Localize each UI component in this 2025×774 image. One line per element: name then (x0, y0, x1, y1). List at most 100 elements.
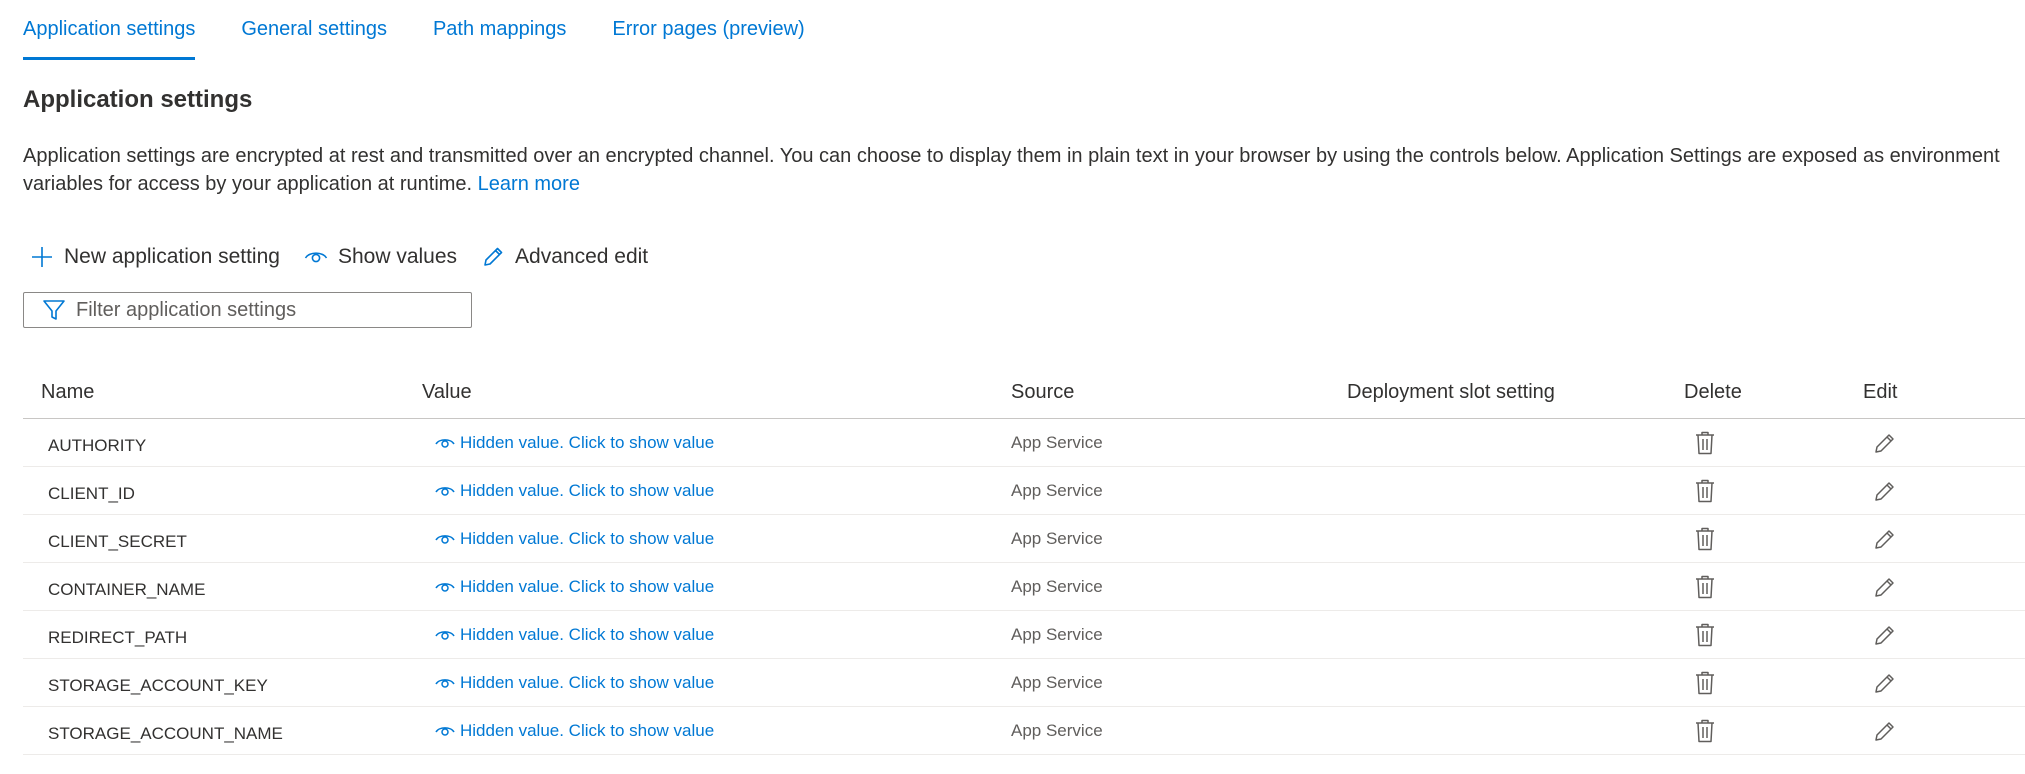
advanced-edit-label: Advanced edit (515, 245, 649, 268)
show-values-button[interactable]: Show values (304, 240, 457, 274)
eye-icon (435, 486, 455, 496)
hidden-value-text: Hidden value. Click to show value (460, 672, 715, 692)
page-description: Application settings are encrypted at re… (23, 142, 2013, 198)
table-row: AUTHORITY Hidden value. Click to show va… (23, 419, 2025, 467)
learn-more-link[interactable]: Learn more (478, 173, 580, 195)
table-row: CONTAINER_NAME Hidden value. Click to sh… (23, 563, 2025, 611)
trash-icon (1696, 671, 1714, 694)
eye-icon (435, 630, 455, 640)
table-row: STORAGE_ACCOUNT_KEY Hidden value. Click … (23, 659, 2025, 707)
setting-name: CLIENT_SECRET (48, 531, 187, 551)
trash-icon (1696, 479, 1714, 502)
setting-source: App Service (1011, 672, 1103, 692)
table-row: STORAGE_ACCOUNT_NAME Hidden value. Click… (23, 707, 2025, 755)
setting-name: AUTHORITY (48, 435, 147, 455)
delete-button[interactable] (1695, 515, 1715, 562)
edit-button[interactable] (1873, 419, 1897, 466)
pencil-icon (1875, 481, 1894, 501)
hidden-value-link[interactable]: Hidden value. Click to show value (435, 419, 714, 466)
description-text: Application settings are encrypted at re… (23, 145, 2000, 195)
table-row: CLIENT_ID Hidden value. Click to show va… (23, 467, 2025, 515)
hidden-value-link[interactable]: Hidden value. Click to show value (435, 563, 714, 610)
setting-source: App Service (1011, 480, 1103, 500)
pencil-icon (1875, 433, 1894, 453)
delete-button[interactable] (1695, 659, 1715, 706)
setting-source: App Service (1011, 720, 1103, 740)
table-body: AUTHORITY Hidden value. Click to show va… (23, 419, 2025, 755)
pencil-icon (1875, 529, 1894, 549)
hidden-value-text: Hidden value. Click to show value (460, 576, 715, 596)
eye-icon (304, 252, 328, 263)
tab-bar: Application settings General settings Pa… (23, 0, 851, 60)
delete-button[interactable] (1695, 467, 1715, 514)
command-bar: New application setting Show values Adva… (30, 240, 672, 274)
settings-table: Name Value Source Deployment slot settin… (23, 366, 2025, 755)
eye-icon (435, 534, 455, 544)
show-values-label: Show values (337, 245, 458, 268)
setting-name: REDIRECT_PATH (48, 627, 188, 647)
setting-source: App Service (1011, 624, 1103, 644)
setting-name: CONTAINER_NAME (48, 579, 206, 599)
hidden-value-link[interactable]: Hidden value. Click to show value (435, 707, 714, 754)
trash-icon (1696, 527, 1714, 550)
setting-source: App Service (1011, 576, 1103, 596)
eye-icon (435, 678, 455, 688)
edit-button[interactable] (1873, 707, 1897, 754)
filter-icon (43, 300, 65, 320)
filter-box (23, 292, 472, 328)
new-application-setting-label: New application setting (64, 245, 280, 268)
edit-button[interactable] (1873, 659, 1897, 706)
column-header-name[interactable]: Name (41, 366, 94, 418)
trash-icon (1696, 575, 1714, 598)
advanced-edit-button[interactable]: Advanced edit (481, 240, 648, 274)
hidden-value-text: Hidden value. Click to show value (460, 480, 715, 500)
setting-name: STORAGE_ACCOUNT_KEY (48, 675, 268, 695)
eye-icon (435, 582, 455, 592)
edit-button[interactable] (1873, 563, 1897, 610)
trash-icon (1696, 431, 1714, 454)
column-header-edit: Edit (1863, 380, 1898, 403)
hidden-value-text: Hidden value. Click to show value (460, 432, 715, 452)
edit-button[interactable] (1873, 611, 1897, 658)
eye-icon (435, 438, 455, 448)
hidden-value-link[interactable]: Hidden value. Click to show value (435, 515, 714, 562)
pencil-icon (1875, 673, 1894, 693)
tab-general-settings[interactable]: General settings (241, 0, 387, 60)
trash-icon (1696, 719, 1714, 742)
column-header-source[interactable]: Source (1011, 366, 1074, 418)
column-header-deployment-slot[interactable]: Deployment slot setting (1347, 366, 1555, 418)
setting-name: CLIENT_ID (48, 483, 135, 503)
tab-application-settings[interactable]: Application settings (23, 0, 196, 60)
setting-source: App Service (1011, 432, 1103, 452)
table-header: Name Value Source Deployment slot settin… (23, 366, 2025, 419)
eye-icon (435, 726, 455, 736)
hidden-value-text: Hidden value. Click to show value (460, 528, 715, 548)
hidden-value-link[interactable]: Hidden value. Click to show value (435, 611, 714, 658)
pencil-icon (1875, 721, 1894, 741)
trash-icon (1696, 623, 1714, 646)
delete-button[interactable] (1695, 707, 1715, 754)
delete-button[interactable] (1695, 419, 1715, 466)
tab-error-pages[interactable]: Error pages (preview) (612, 0, 804, 60)
hidden-value-text: Hidden value. Click to show value (460, 720, 715, 740)
setting-name: STORAGE_ACCOUNT_NAME (48, 723, 283, 743)
hidden-value-link[interactable]: Hidden value. Click to show value (435, 659, 714, 706)
delete-button[interactable] (1695, 563, 1715, 610)
pencil-icon (1875, 577, 1894, 597)
pencil-icon (484, 247, 503, 266)
column-header-value[interactable]: Value (422, 366, 472, 418)
edit-button[interactable] (1873, 467, 1897, 514)
delete-button[interactable] (1695, 611, 1715, 658)
new-application-setting-button[interactable]: New application setting (30, 240, 280, 274)
tab-path-mappings[interactable]: Path mappings (433, 0, 566, 60)
edit-button[interactable] (1873, 515, 1897, 562)
filter-input[interactable] (76, 298, 446, 322)
hidden-value-link[interactable]: Hidden value. Click to show value (435, 467, 714, 514)
table-row: CLIENT_SECRET Hidden value. Click to sho… (23, 515, 2025, 563)
column-header-delete: Delete (1684, 380, 1742, 403)
page-title: Application settings (23, 86, 253, 113)
pencil-icon (1875, 625, 1894, 645)
hidden-value-text: Hidden value. Click to show value (460, 624, 715, 644)
plus-icon (32, 247, 52, 267)
table-row: REDIRECT_PATH Hidden value. Click to sho… (23, 611, 2025, 659)
